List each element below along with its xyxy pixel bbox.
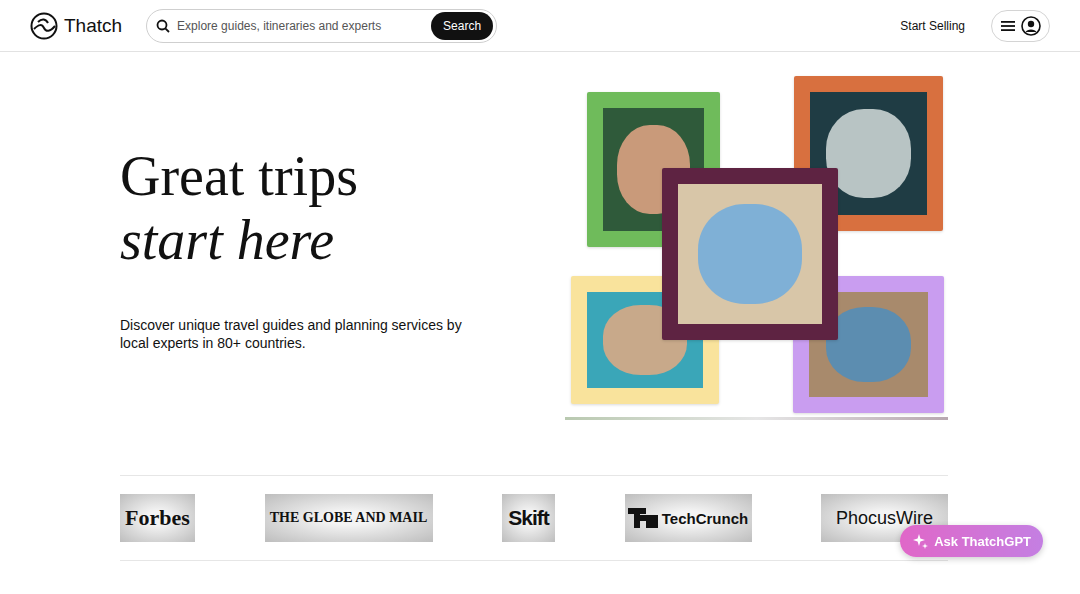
header: Thatch Explore guides, itineraries and ex… (0, 0, 1080, 52)
search-icon (156, 19, 170, 33)
logo[interactable]: Thatch (30, 12, 122, 40)
photo (678, 184, 822, 324)
collage-underline (565, 417, 948, 420)
press-logo: Skift (502, 494, 555, 542)
hero: Great tripsstart here Discover unique tra… (0, 52, 1080, 420)
page: Thatch Explore guides, itineraries and ex… (0, 0, 1080, 594)
search-input[interactable]: Explore guides, itineraries and experts (177, 19, 424, 33)
logo-icon (30, 12, 58, 40)
menu-icon (1001, 20, 1015, 32)
account-menu-button[interactable] (991, 10, 1050, 42)
press-logos: ForbesTHE GLOBE AND MAILSkiftTechCrunchP… (120, 475, 948, 561)
techcrunch-mark-icon (628, 508, 658, 528)
hero-title: Great tripsstart here (120, 144, 465, 272)
hero-subtitle: Discover unique travel guides and planni… (120, 316, 465, 352)
photo-frame (662, 168, 838, 340)
press-logo: Forbes (120, 494, 195, 542)
start-selling-link[interactable]: Start Selling (900, 19, 965, 33)
press-logo: THE GLOBE AND MAIL (265, 494, 433, 542)
hero-text: Great tripsstart here Discover unique tra… (120, 144, 465, 352)
photo-collage (565, 75, 948, 420)
search-button[interactable]: Search (431, 12, 493, 40)
press-logo: TechCrunch (625, 494, 752, 542)
ask-thatchgpt-button[interactable]: Ask ThatchGPT (900, 525, 1043, 557)
search-bar: Explore guides, itineraries and experts S… (146, 9, 497, 43)
sparkle-icon (912, 533, 928, 549)
user-icon (1021, 16, 1041, 36)
